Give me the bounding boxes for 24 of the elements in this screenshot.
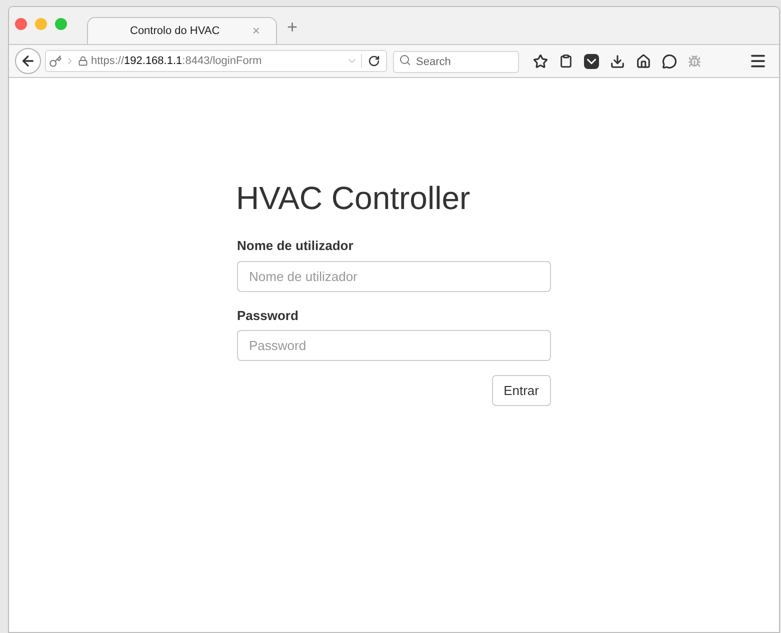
address-bar[interactable]: https://192.168.1.1:8443/loginForm	[45, 50, 387, 72]
menu-icon[interactable]	[749, 52, 767, 70]
input-field[interactable]: Nome de utilizador	[237, 260, 551, 292]
reload-icon[interactable]	[368, 55, 380, 67]
browser-tab[interactable]: Controlo do HVAC ×	[87, 17, 277, 44]
search-icon	[399, 54, 411, 66]
input-field[interactable]: Password	[237, 330, 551, 362]
field-label: Nome de utilizador	[237, 237, 354, 256]
search-field[interactable]: Search	[393, 51, 519, 73]
tab-title: Controlo do HVAC	[130, 24, 220, 39]
new-tab-button[interactable]: +	[287, 14, 298, 41]
download-icon[interactable]	[610, 54, 625, 68]
page-title: HVAC Controller	[236, 181, 472, 216]
clipboard-icon[interactable]	[559, 54, 573, 68]
close-window-button[interactable]	[15, 18, 27, 30]
url-text: https://192.168.1.1:8443/loginForm	[91, 54, 262, 69]
star-icon[interactable]	[533, 54, 548, 68]
lock-icon	[78, 56, 88, 66]
submit-button[interactable]: Entrar	[492, 375, 551, 406]
chat-icon[interactable]	[662, 54, 677, 68]
key-icon[interactable]	[49, 54, 62, 68]
field-label: Password	[237, 306, 300, 325]
home-icon[interactable]	[636, 54, 651, 68]
back-button[interactable]	[15, 48, 41, 74]
